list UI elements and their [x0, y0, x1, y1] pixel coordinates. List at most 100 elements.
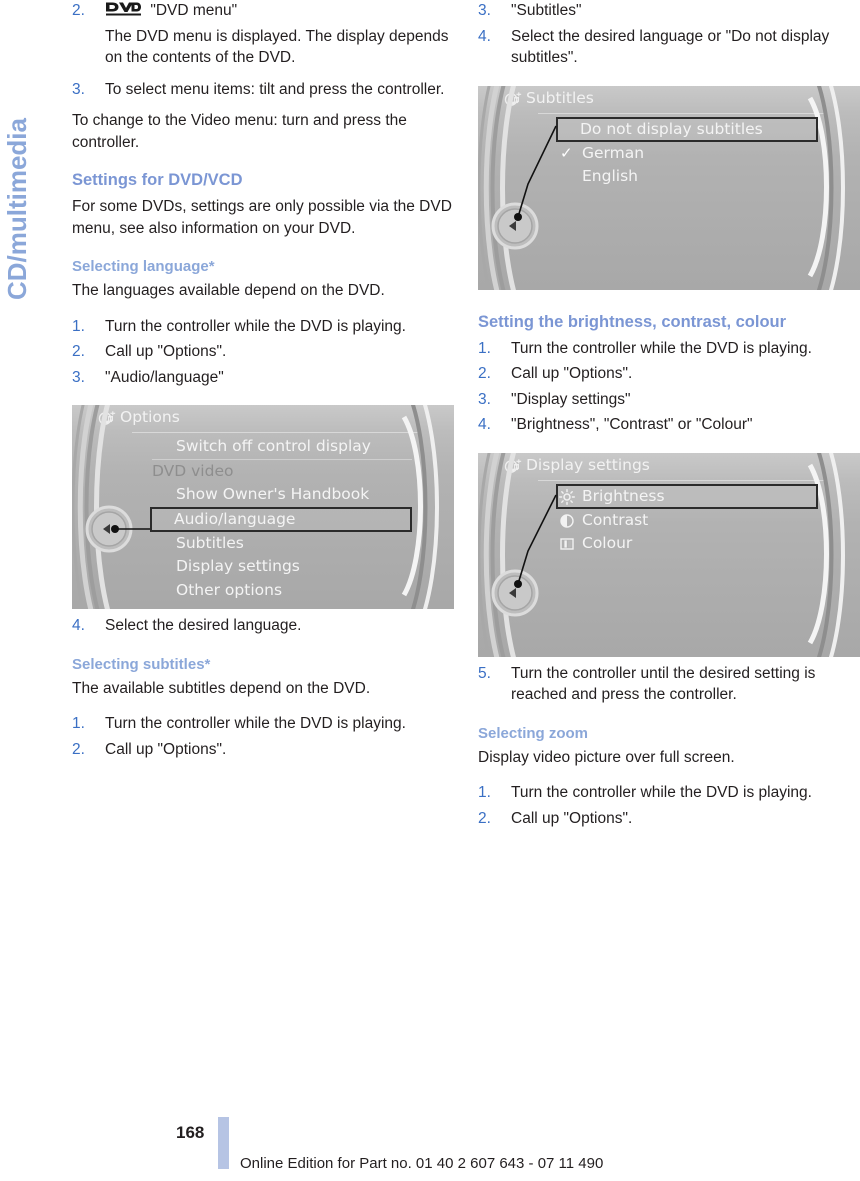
idrive-title-rule [132, 432, 418, 433]
dvd-menu-steps: 2. "DVD menu" [72, 0, 454, 22]
step-text: Call up "Options". [105, 740, 227, 758]
step-number: 3. [478, 390, 491, 408]
dvd-menu-steps-cont: 3. To select menu items: tilt and press … [72, 79, 454, 101]
idrive-title-rule [538, 112, 824, 114]
footer-edition-text: Online Edition for Part no. 01 40 2 607 … [240, 1155, 604, 1172]
menu-item-do-not-display-subtitles[interactable]: Do not display subtitles [556, 116, 818, 142]
language-step-4: 4. Select the desired language. [72, 615, 454, 637]
cd-music-icon [504, 458, 523, 475]
menu-item-german[interactable]: ✓ German [558, 142, 818, 166]
step-number: 1. [478, 339, 491, 357]
step-text: Turn the controller while the DVD is pla… [511, 784, 812, 801]
idrive-title-text: Options [120, 408, 180, 426]
controller-knob-icon[interactable] [484, 194, 548, 258]
list-item: 1. Turn the controller while the DVD is … [72, 316, 454, 338]
step-number: 4. [478, 416, 491, 433]
menu-item-audio-language[interactable]: Audio/language [150, 506, 412, 532]
video-menu-note: To change to the Video menu: turn and pr… [72, 112, 407, 151]
cd-music-icon [98, 410, 117, 427]
contrast-icon [559, 513, 575, 529]
menu-item-colour[interactable]: Colour [558, 532, 818, 556]
list-item: 2. Call up "Options". [72, 739, 454, 761]
list-item: 1. Turn the controller while the DVD is … [72, 713, 454, 735]
list-item: 2. "DVD menu" [72, 0, 454, 22]
menu-item-english[interactable]: English [558, 165, 818, 189]
step-text: Turn the controller until the desired se… [511, 664, 816, 704]
step-text: "Subtitles" [511, 2, 582, 19]
step-text: Turn the controller while the DVD is pla… [105, 317, 406, 335]
step-number: 3. [72, 368, 85, 386]
menu-item-switch-off-control-display[interactable]: Switch off control display [152, 435, 412, 460]
list-item: 5. Turn the controller until the desired… [478, 663, 860, 706]
menu-group-label-dvd-video: DVD video [152, 461, 234, 480]
right-column: 3. "Subtitles" 4. Select the desired lan… [478, 0, 860, 833]
left-column: 2. "DVD menu" The DVD menu is displayed.… [72, 0, 454, 764]
menu-item-label: German [582, 143, 645, 162]
idrive-display-settings-screenshot: Display settings Brightness Contrast Col… [478, 452, 860, 657]
list-item: 2. Call up "Options". [72, 341, 454, 363]
subtitles-intro-text: The available subtitles depend on the DV… [72, 679, 371, 697]
controller-knob-icon[interactable] [484, 561, 548, 625]
heading-selecting-language: Selecting language* [72, 258, 215, 275]
idrive-title-text: Subtitles [526, 88, 594, 107]
step-number: 4. [72, 617, 85, 634]
step-text: Call up "Options". [105, 343, 227, 360]
heading-settings-for-dvd-vcd: Settings for DVD/VCD [72, 171, 243, 189]
cd-music-icon [504, 91, 523, 108]
step-text: Select the desired language. [105, 617, 302, 634]
subtitles-steps: 1. Turn the controller while the DVD is … [72, 713, 454, 760]
list-item: 4. Select the desired language. [72, 615, 454, 637]
dvd-logo-icon [105, 1, 141, 17]
step-text: Turn the controller while the DVD is pla… [511, 339, 812, 357]
list-item: 1. Turn the controller while the DVD is … [478, 782, 860, 804]
zoom-steps: 1. Turn the controller while the DVD is … [478, 782, 860, 829]
menu-item-display-settings[interactable]: Display settings [152, 555, 412, 579]
heading-selecting-subtitles: Selecting subtitles* [72, 655, 211, 673]
brightness-step-5: 5. Turn the controller until the desired… [478, 663, 860, 706]
menu-item-label: Colour [582, 534, 633, 552]
step-text: To select menu items: tilt and press the… [105, 80, 445, 98]
page-footer: 168 Online Edition for Part no. 01 40 2 … [0, 1111, 860, 1181]
step-number: 2. [72, 343, 85, 360]
side-tab-label: CD/multimedia [2, 117, 32, 300]
menu-item-label: Brightness [582, 486, 665, 505]
footer-accent-bar [218, 1117, 229, 1169]
step-number: 4. [478, 27, 491, 45]
step2-detail-text: The DVD menu is displayed. The display d… [105, 27, 449, 67]
colour-icon [559, 536, 575, 552]
page-number: 168 [176, 1123, 205, 1142]
step-text: "Audio/language" [105, 368, 224, 386]
menu-item-other-options[interactable]: Other options [152, 579, 412, 603]
step-text: "DVD menu" [150, 2, 238, 19]
controller-knob-icon[interactable] [78, 497, 142, 561]
list-item: 3. "Audio/language" [72, 367, 454, 389]
step-number: 2. [478, 365, 491, 382]
step-text: Call up "Options". [511, 365, 633, 382]
idrive-title-rule [538, 479, 824, 481]
list-item: 2. Call up "Options". [478, 363, 860, 385]
step-number: 2. [72, 2, 85, 19]
idrive-menu-list: Brightness Contrast Colour [556, 483, 818, 556]
step-number: 3. [72, 80, 85, 98]
list-item: 1. Turn the controller while the DVD is … [478, 338, 860, 360]
step-text: Select the desired language or "Do not d… [511, 27, 830, 67]
sun-icon [558, 488, 576, 505]
menu-item-show-owners-handbook[interactable]: Show Owner's Handbook [152, 483, 412, 507]
heading-setting-brightness-contrast-colour: Setting the brightness, contrast, colour [478, 312, 787, 331]
step-text: "Display settings" [511, 390, 631, 408]
idrive-options-screenshot: Options Switch off control display DVD v… [72, 405, 454, 609]
menu-item-brightness[interactable]: Brightness [556, 483, 818, 509]
step-text: Call up "Options". [511, 809, 633, 827]
menu-item-contrast[interactable]: Contrast [558, 509, 818, 533]
menu-item-label: Contrast [582, 510, 649, 529]
list-item: 3. "Subtitles" [478, 0, 860, 22]
step-number: 3. [478, 2, 491, 19]
language-intro-text: The languages available depend on the DV… [72, 282, 385, 299]
heading-selecting-zoom: Selecting zoom [478, 724, 589, 742]
side-tab-cd-multimedia: CD/multimedia [0, 0, 34, 300]
step-number: 1. [72, 317, 85, 335]
menu-item-subtitles[interactable]: Subtitles [152, 532, 412, 556]
step-number: 2. [478, 809, 491, 827]
step-text: Turn the controller while the DVD is pla… [105, 715, 406, 732]
list-item: 4. Select the desired language or "Do no… [478, 26, 860, 69]
